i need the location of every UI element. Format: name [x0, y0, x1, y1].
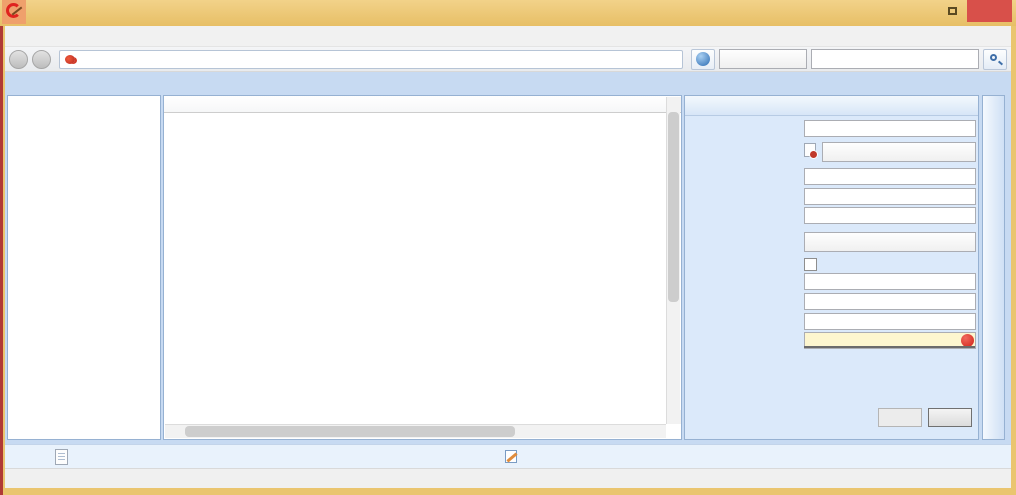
author-field[interactable]: [804, 207, 976, 224]
scroll-left-icon[interactable]: [165, 425, 179, 439]
folder-tree: [7, 95, 161, 440]
vertical-scrollbar[interactable]: [666, 97, 680, 424]
save-button[interactable]: [878, 408, 922, 427]
grid-header: [164, 96, 681, 113]
toolbar: [5, 47, 1011, 72]
search-icon: [990, 54, 997, 61]
tab-strip: [5, 72, 1011, 93]
breadcrumb: [59, 50, 683, 69]
scroll-down-icon[interactable]: [667, 410, 681, 424]
search-scope-select[interactable]: [719, 49, 807, 69]
minimize-button[interactable]: [909, 0, 938, 22]
app-logo-icon[interactable]: [2, 0, 26, 24]
horizontal-scrollbar[interactable]: [165, 424, 666, 438]
search-button[interactable]: [983, 49, 1007, 70]
preview-tab[interactable]: [982, 95, 1005, 440]
metadata-panel-header: [685, 96, 978, 116]
workspace: [5, 93, 1011, 444]
globe-icon: [696, 52, 710, 66]
network-button[interactable]: [691, 49, 715, 70]
maximize-button[interactable]: [938, 0, 967, 22]
edit-metadata-icon: [505, 450, 517, 463]
status-bar: [5, 468, 1011, 488]
edit-metadata-link[interactable]: [505, 450, 523, 463]
scroll-right-icon[interactable]: [652, 425, 666, 439]
forward-button[interactable]: [32, 50, 51, 69]
task-order-reference-field[interactable]: [804, 313, 976, 330]
document-grid: [163, 95, 682, 440]
menu-bar: [5, 26, 1011, 47]
back-button[interactable]: [9, 50, 28, 69]
metadata-panel: [684, 95, 979, 440]
info-bar: [5, 444, 1011, 468]
cancel-button[interactable]: [928, 408, 972, 427]
name-field[interactable]: [804, 120, 976, 137]
client-area: [5, 26, 1011, 488]
invoice-reference-field[interactable]: [804, 273, 976, 290]
title-field[interactable]: [804, 168, 976, 185]
title-bar: [0, 0, 1016, 26]
customer-suggestions-dropdown: [804, 346, 975, 348]
search-input[interactable]: [811, 49, 979, 69]
document-icon: [55, 449, 68, 465]
scroll-up-icon[interactable]: [667, 97, 681, 111]
close-button[interactable]: [967, 0, 1012, 22]
horizontal-scroll-thumb[interactable]: [185, 426, 515, 437]
add-remove-properties-label: [689, 372, 801, 384]
description-field[interactable]: [804, 188, 976, 205]
application-window: [0, 0, 1016, 495]
paid-checkbox[interactable]: [804, 258, 817, 271]
breadcrumb-root-icon: [65, 55, 75, 64]
type-select[interactable]: [822, 142, 976, 162]
categories-select[interactable]: [804, 232, 976, 252]
vertical-scroll-thumb[interactable]: [668, 112, 679, 302]
maximize-icon: [948, 7, 957, 15]
supplier-name-field[interactable]: [804, 293, 976, 310]
document-type-icon: [804, 143, 816, 157]
